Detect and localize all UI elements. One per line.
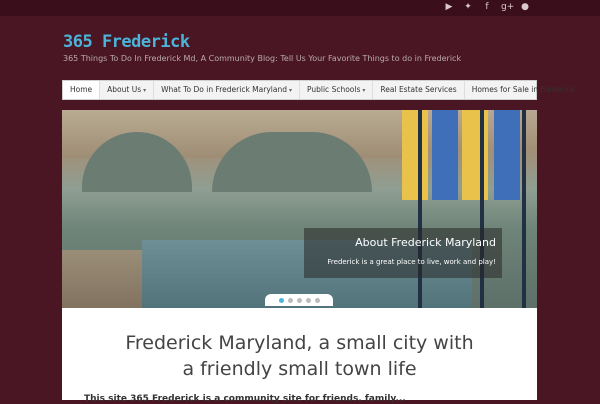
top-bar: ▶ ✦ f g+ ● — [0, 0, 600, 16]
nav-label: Homes for Sale in Frederick — [471, 85, 575, 94]
slide-caption-title[interactable]: About Frederick Maryland — [355, 236, 496, 249]
slide-image-banner — [462, 110, 488, 200]
heading-line: a friendly small town life — [182, 358, 417, 380]
nav-item-what-to-do[interactable]: What To Do in Frederick Maryland ▾ — [154, 81, 300, 99]
twitter-icon[interactable]: ✦ — [463, 2, 473, 13]
slide-image-banner — [432, 110, 458, 200]
page-heading: Frederick Maryland, a small city with a … — [62, 330, 537, 382]
user-icon[interactable]: ● — [520, 2, 530, 13]
nav-label: About Us — [107, 85, 142, 94]
main-navigation: Home About Us ▾ What To Do in Frederick M… — [62, 80, 575, 100]
slider-dot[interactable] — [296, 297, 302, 303]
slider-dot[interactable] — [278, 297, 284, 303]
site-tagline: 365 Things To Do In Frederick Md, A Comm… — [63, 54, 462, 63]
slide-image-banner — [402, 110, 428, 200]
nav-item-home[interactable]: Home — [63, 81, 101, 99]
slider-dot[interactable] — [314, 297, 320, 303]
nav-label: Home — [70, 85, 93, 94]
nav-label: Real Estate Services — [380, 85, 457, 94]
chevron-down-icon: ▾ — [143, 87, 147, 94]
slider-dot[interactable] — [305, 297, 311, 303]
slider-dot[interactable] — [287, 297, 293, 303]
chevron-down-icon: ▾ — [288, 87, 292, 94]
heading-line: Frederick Maryland, a small city with — [125, 332, 474, 354]
chevron-down-icon: ▾ — [362, 87, 366, 94]
social-links: ▶ ✦ f g+ ● — [444, 2, 530, 13]
nav-item-homes-for-sale[interactable]: Homes for Sale in Frederick — [465, 81, 582, 99]
nav-item-about-us[interactable]: About Us ▾ — [100, 81, 155, 99]
slide-image-banner — [494, 110, 520, 200]
main-content: Frederick Maryland, a small city with a … — [62, 308, 537, 404]
facebook-icon[interactable]: f — [482, 2, 492, 13]
intro-paragraph: This site 365 Frederick is a community s… — [84, 394, 406, 404]
image-slider[interactable]: About Frederick Maryland Frederick is a … — [62, 110, 537, 308]
site-title[interactable]: 365 Frederick — [63, 32, 190, 52]
google-plus-icon[interactable]: g+ — [501, 2, 514, 13]
slide-caption: About Frederick Maryland Frederick is a … — [304, 228, 502, 278]
nav-label: Public Schools — [306, 85, 361, 94]
slide-image-lamp-post — [480, 110, 484, 308]
youtube-icon[interactable]: ▶ — [444, 2, 454, 13]
slide-caption-text: Frederick is a great place to live, work… — [327, 258, 496, 266]
nav-item-real-estate[interactable]: Real Estate Services — [373, 81, 465, 99]
nav-label: What To Do in Frederick Maryland — [161, 85, 287, 94]
slide-image-lamp-post — [418, 110, 422, 308]
nav-item-public-schools[interactable]: Public Schools ▾ — [300, 81, 374, 99]
slide-image-lamp-post — [522, 110, 526, 308]
slider-pagination — [265, 294, 333, 306]
